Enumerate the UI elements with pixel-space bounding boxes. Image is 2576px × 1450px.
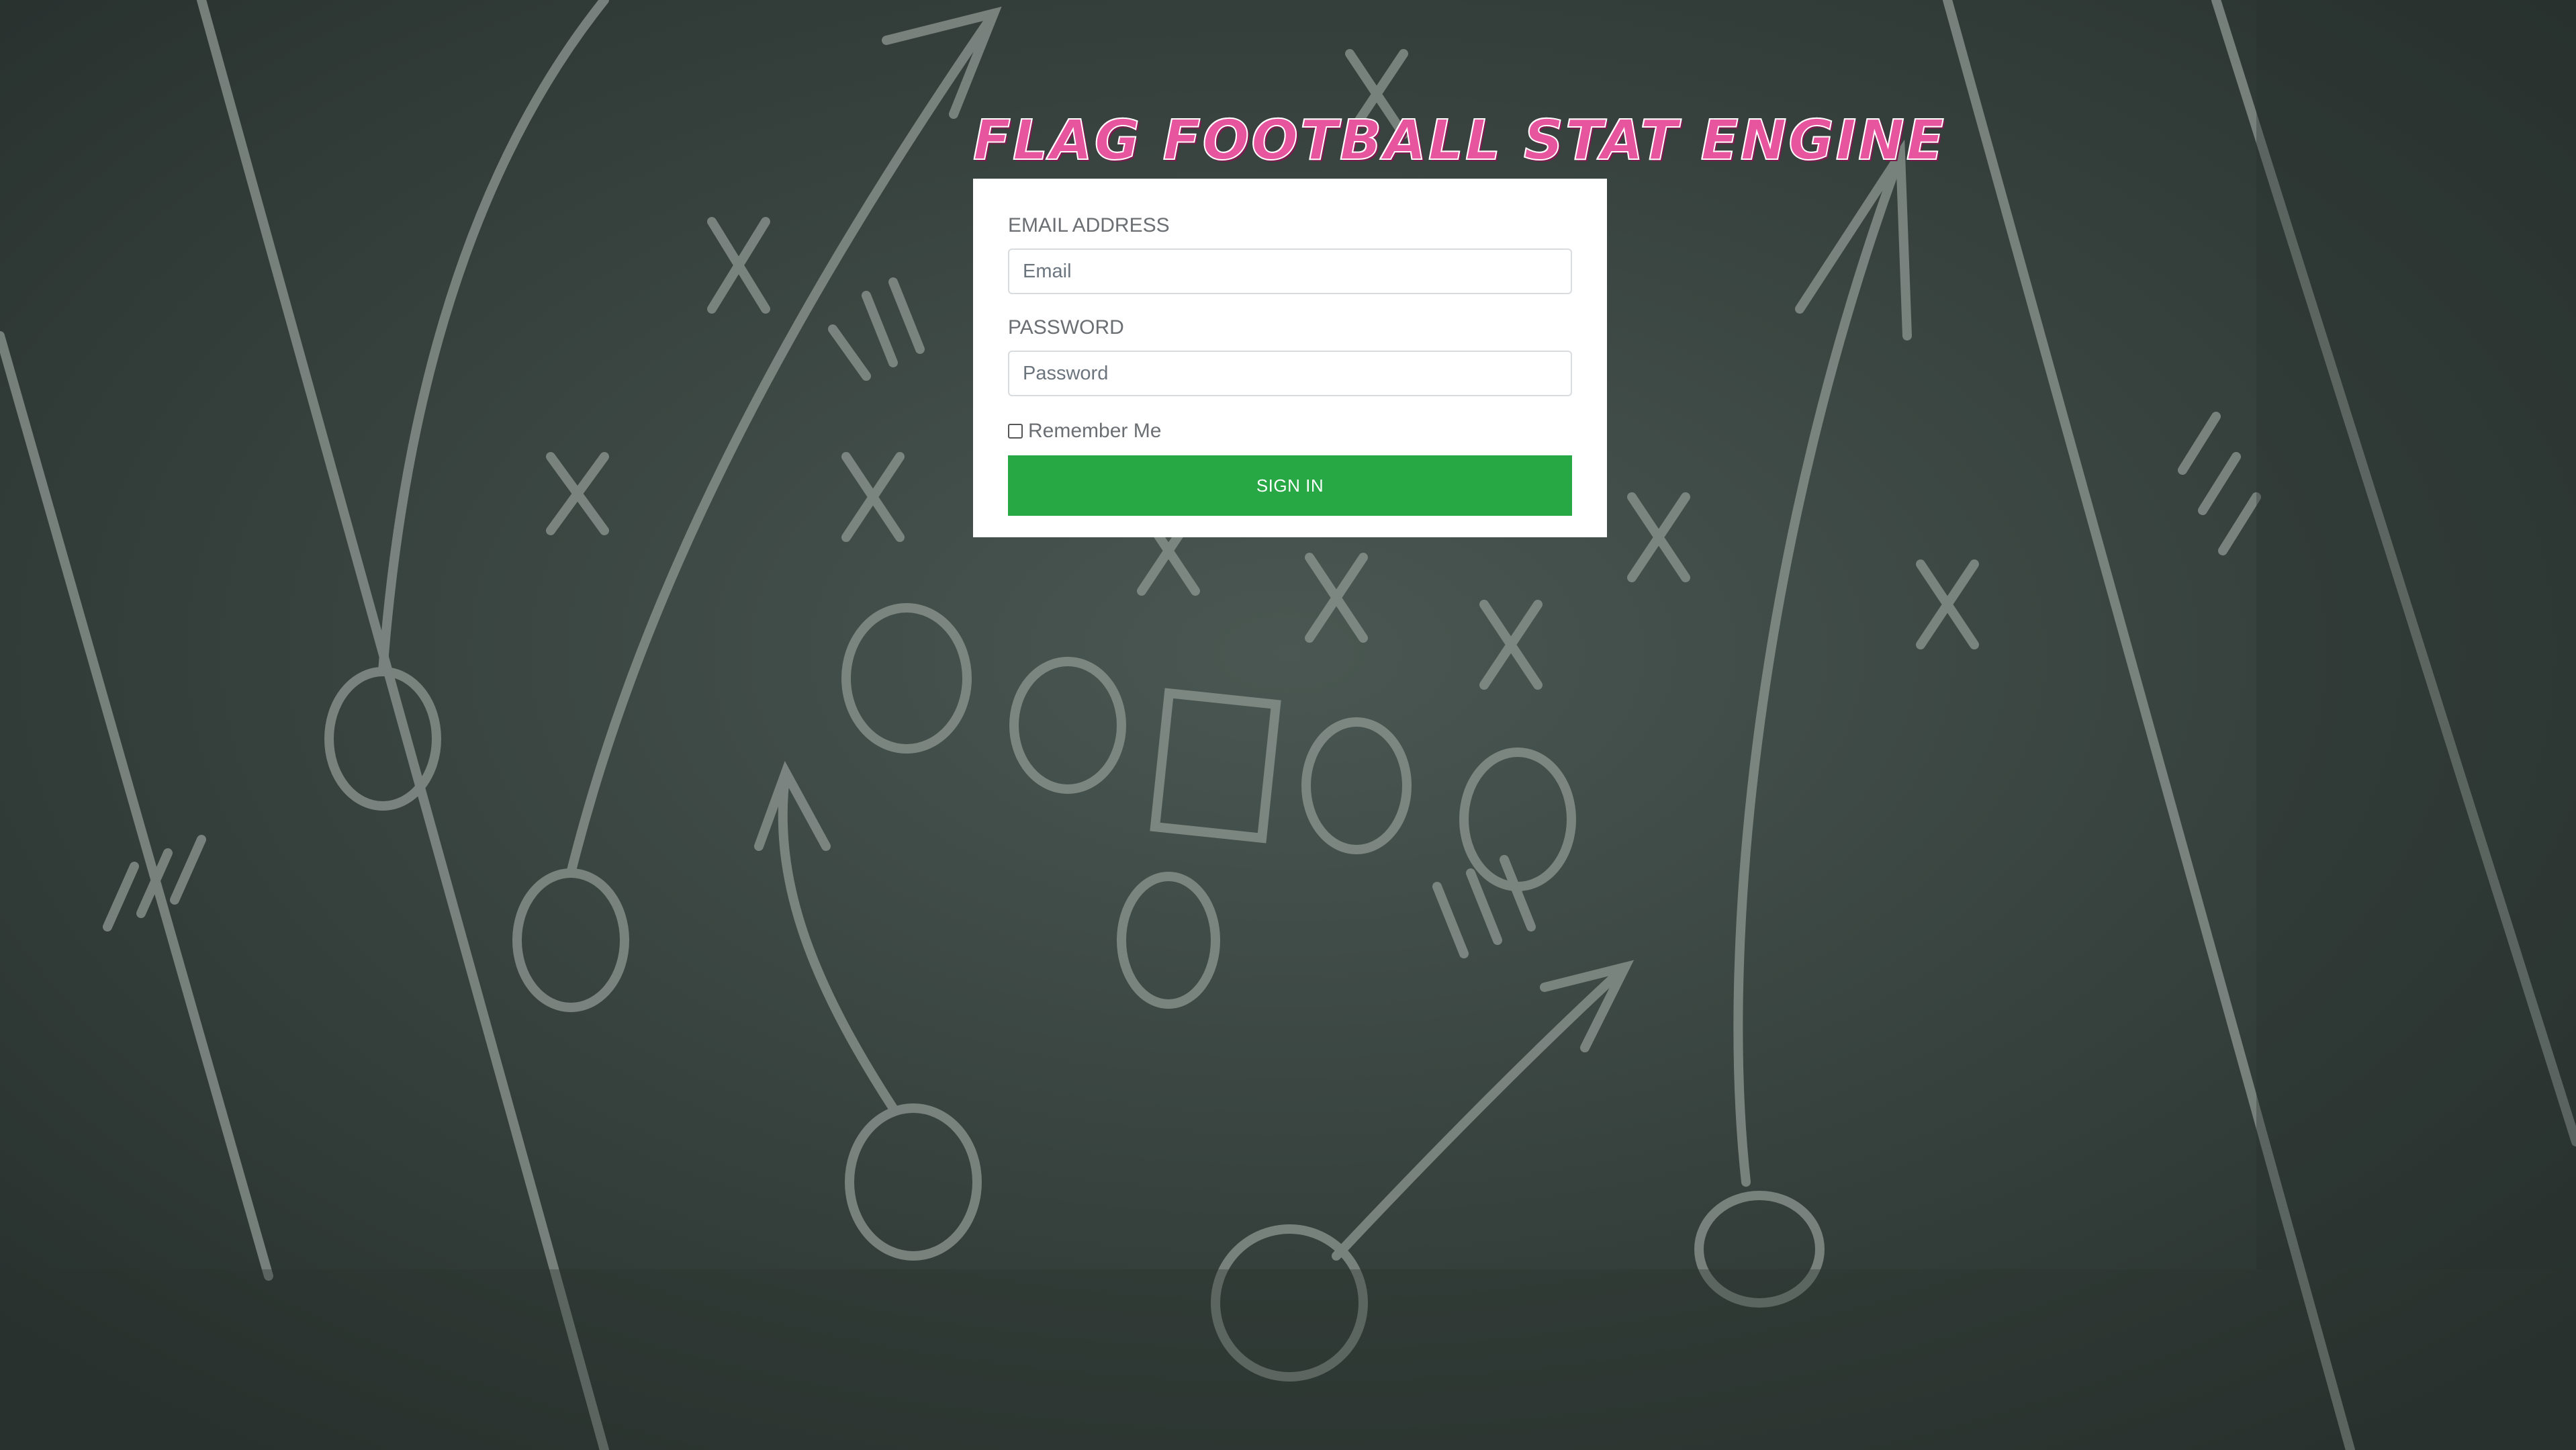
app-logo-title: FLAG FOOTBALL STAT ENGINE — [972, 108, 1946, 173]
remember-me-label: Remember Me — [1028, 420, 1162, 442]
login-panel: FLAG FOOTBALL STAT ENGINE EMAIL ADDRESS … — [972, 107, 1946, 537]
email-group: EMAIL ADDRESS — [1008, 214, 1572, 294]
sign-in-button[interactable]: SIGN IN — [1008, 455, 1572, 516]
password-label: PASSWORD — [1008, 316, 1124, 338]
login-card: EMAIL ADDRESS PASSWORD Remember Me SIGN … — [973, 179, 1607, 537]
email-label: EMAIL ADDRESS — [1008, 214, 1170, 236]
password-input[interactable] — [1008, 351, 1572, 396]
remember-me-row[interactable]: Remember Me — [1008, 416, 1572, 446]
password-group: PASSWORD — [1008, 316, 1572, 396]
email-input[interactable] — [1008, 248, 1572, 294]
remember-me-checkbox[interactable] — [1008, 424, 1023, 439]
